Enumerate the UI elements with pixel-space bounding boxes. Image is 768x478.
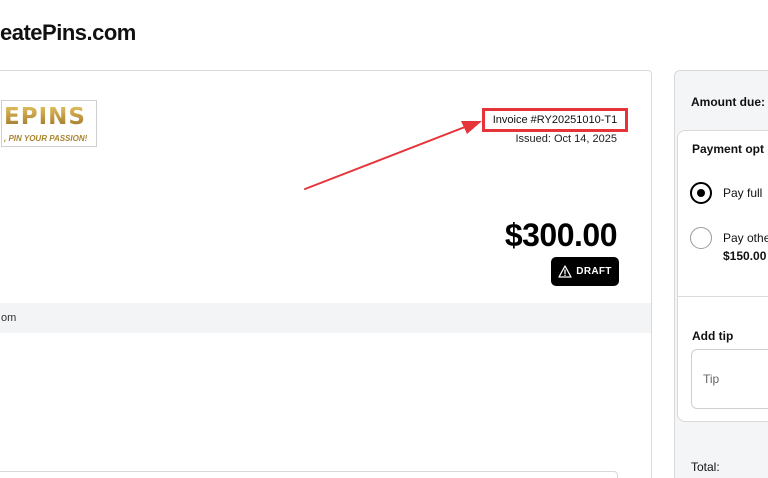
status-badge: DRAFT (551, 257, 619, 286)
payment-option-other-amount: $150.00 (723, 249, 767, 263)
payment-options-title: Payment opt (692, 142, 765, 156)
radio-pay-full[interactable] (690, 182, 712, 204)
bill-to-text: om (1, 312, 17, 324)
site-title: eatePins.com (0, 20, 136, 45)
warning-triangle-icon (558, 265, 572, 278)
invoice-number: Invoice #RY20251010-T1 (482, 108, 628, 132)
invoice-card: EPINS , PIN YOUR PASSION! Invoice #RY202… (0, 70, 652, 478)
total-label: Total: (691, 460, 720, 474)
line-items-box (0, 471, 618, 478)
add-tip-label: Add tip (692, 329, 734, 343)
tip-input[interactable] (691, 349, 768, 409)
radio-pay-other[interactable] (690, 227, 712, 249)
payment-option-other-label: Pay othe (723, 231, 768, 245)
amount-due-label: Amount due: (691, 95, 765, 109)
payment-panel: Amount due: Payment opt Pay full Pay oth… (674, 70, 768, 478)
payment-option-full-label: Pay full (723, 186, 763, 200)
status-badge-label: DRAFT (576, 266, 612, 277)
payment-options-card: Payment opt Pay full Pay othe $150.00 Ad… (677, 130, 768, 422)
invoice-amount: $300.00 (504, 217, 618, 253)
logo-wordmark: EPINS (4, 104, 86, 130)
issued-date: Issued: Oct 14, 2025 (515, 133, 617, 145)
invoice-number-text: Invoice #RY20251010-T1 (492, 114, 618, 126)
payment-option-other[interactable]: Pay othe $150.00 (690, 227, 768, 263)
bill-to-band: om (0, 303, 651, 333)
divider (678, 296, 768, 297)
payment-option-full[interactable]: Pay full (690, 182, 762, 204)
logo-tagline: , PIN YOUR PASSION! (4, 134, 88, 143)
company-logo: EPINS , PIN YOUR PASSION! (1, 100, 97, 147)
